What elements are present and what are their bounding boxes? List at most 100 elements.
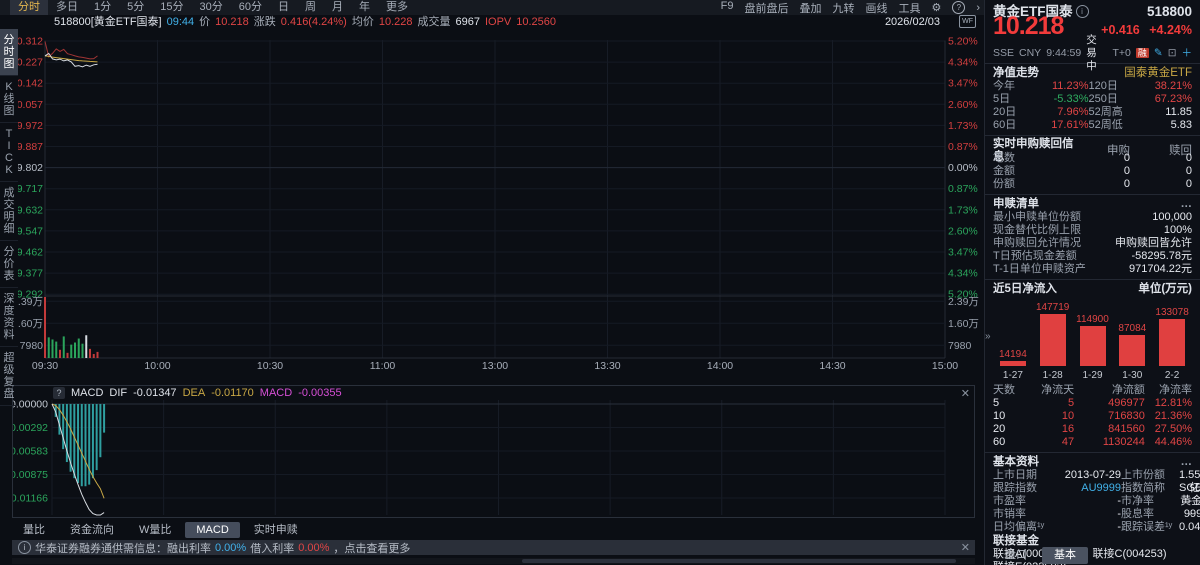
macd-legend: ? MACD DIF -0.01347 DEA -0.01170 MACD -0… — [53, 387, 342, 399]
svg-text:9.887: 9.887 — [18, 141, 43, 153]
sidebar-item-超级复盘[interactable]: 超级复盘 — [0, 347, 18, 406]
more-icon[interactable]: … — [1181, 198, 1193, 211]
basic-row: 市销率-股息率- — [993, 508, 1192, 521]
redeem-section-title: 申赎清单 — [993, 198, 1039, 211]
price-label: 价 — [199, 15, 210, 29]
svg-text:10.057: 10.057 — [18, 99, 43, 111]
wf-badge-icon[interactable]: WF — [959, 15, 976, 28]
indicator-tab-资金流向[interactable]: 资金流向 — [59, 522, 125, 538]
nav-label: 250日 — [1089, 93, 1137, 106]
redeem-row: T-1日单位申赎资产971704.22元 — [993, 263, 1192, 276]
period-tab[interactable]: 日 — [270, 0, 297, 15]
toolbar-right-items: F9 盘前盘后叠加九转画线工具 — [721, 0, 921, 16]
macd-close-icon[interactable]: ✕ — [961, 387, 970, 400]
time-tick: 10:00 — [144, 360, 170, 372]
edit-icon[interactable]: ✎ — [1154, 47, 1163, 60]
nav-row: 60日17.61%52周低5.83 — [993, 119, 1192, 132]
add-icon[interactable]: ＋ — [1182, 47, 1193, 60]
toolbar-item[interactable]: 九转 — [832, 0, 854, 16]
period-tab[interactable]: 60分 — [231, 0, 270, 15]
period-tab[interactable]: 分时 — [10, 0, 48, 15]
toolbar-item[interactable]: 画线 — [865, 0, 887, 16]
quote-tab-盘口[interactable]: 盘口 — [993, 547, 1039, 564]
macd-help-icon[interactable]: ? — [53, 387, 65, 399]
inflow-value-label: 87084 — [1106, 322, 1158, 335]
sidebar-item-TICK[interactable]: TICK — [0, 123, 18, 182]
inflow-bar — [1119, 335, 1145, 366]
last-price: 10.218 — [993, 20, 1063, 33]
svg-text:-0.00875: -0.00875 — [13, 469, 48, 481]
period-tab[interactable]: 更多 — [378, 0, 416, 15]
tracked-fund-name[interactable]: 国泰黄金ETF — [1124, 67, 1192, 80]
svg-text:9.802: 9.802 — [18, 162, 43, 174]
quote-tab-基本[interactable]: 基本 — [1042, 547, 1088, 564]
nav-value: 17.61% — [1033, 119, 1089, 132]
redeem-row: 最小申赎单位份额100,000 — [993, 211, 1192, 224]
indicator-tab-W量比[interactable]: W量比 — [128, 522, 182, 538]
sidebar-item-深度资料[interactable]: 深度资料 — [0, 288, 18, 347]
svg-text:3.47%: 3.47% — [948, 78, 978, 90]
frame-icon[interactable]: ⊡ — [1168, 47, 1177, 60]
toolbar-item[interactable]: 盘前盘后 — [744, 0, 788, 16]
sidebar-item-分价表[interactable]: 分价表 — [0, 241, 18, 288]
toolbar-item[interactable]: 叠加 — [799, 0, 821, 16]
symbol-label: 518800[黄金ETF国泰] — [54, 15, 162, 29]
status-close-icon[interactable]: ✕ — [961, 541, 970, 554]
sidebar-item-成交明细[interactable]: 成交明细 — [0, 182, 18, 241]
period-tab[interactable]: 5分 — [119, 0, 152, 15]
svg-text:10.312: 10.312 — [18, 36, 43, 48]
svg-text:5.20%: 5.20% — [948, 36, 978, 48]
macd-dea-label: DEA — [183, 387, 206, 399]
quote-panel-tabs: 盘口基本 — [993, 546, 1088, 565]
period-tab[interactable]: 15分 — [152, 0, 191, 15]
period-tab[interactable]: 30分 — [192, 0, 231, 15]
time-tick: 13:00 — [482, 360, 508, 372]
time-tick: 14:30 — [819, 360, 845, 372]
gear-icon[interactable]: ⚙ — [931, 1, 941, 14]
nav-label: 20日 — [993, 106, 1033, 119]
nav-section-title: 净值走势 — [993, 67, 1039, 80]
exchange-label: SSE — [993, 47, 1014, 60]
nav-label: 5日 — [993, 93, 1033, 106]
fund-info-icon[interactable]: i — [1076, 5, 1089, 18]
status-bar[interactable]: i 华泰证券融券通供需信息：融出利率 0.00% 借入利率 0.00% ，点击查… — [12, 540, 975, 555]
indicator-tab-MACD[interactable]: MACD — [185, 522, 239, 538]
help-icon[interactable]: ? — [952, 1, 965, 14]
status-text-mid: 借入利率 — [250, 540, 294, 556]
basic-row: 日均偏离¹ʸ-跟踪误差¹ʸ0.04% — [993, 521, 1192, 534]
indicator-tab-量比[interactable]: 量比 — [12, 522, 56, 538]
inflow-value-label: 133078 — [1146, 306, 1198, 319]
period-tab[interactable]: 月 — [324, 0, 351, 15]
toolbar-item[interactable]: F9 — [721, 0, 734, 16]
svg-text:2.60%: 2.60% — [948, 99, 978, 111]
info-icon: i — [18, 541, 31, 554]
basic-row: 上市日期2013-07-29上市份额1.55亿 — [993, 469, 1192, 482]
intraday-chart[interactable]: 10.3125.20%10.2274.34%10.1423.47%10.0572… — [18, 29, 985, 359]
link-fund-item[interactable]: 联接C(004253) — [1093, 548, 1193, 561]
sidebar-item-K线图[interactable]: K线图 — [0, 76, 18, 123]
inflow-bar — [1040, 314, 1066, 366]
macd-dif-label: DIF — [109, 387, 127, 399]
horizontal-scrollbar[interactable] — [12, 558, 975, 564]
period-tab[interactable]: 年 — [351, 0, 378, 15]
scrollbar-thumb[interactable] — [522, 559, 955, 563]
status-more-link[interactable]: ，点击查看更多 — [333, 540, 410, 556]
t0-badge: T+0 — [1112, 47, 1130, 60]
sidebar-item-分时图[interactable]: 分时图 — [0, 29, 18, 76]
period-tabs: 分时多日1分5分15分30分60分日周月年更多 — [0, 0, 416, 15]
time-axis: 09:3010:0010:3011:0013:0013:3014:0014:30… — [18, 359, 985, 373]
time-tick: 09:30 — [32, 360, 58, 372]
macd-panel[interactable]: ? MACD DIF -0.01347 DEA -0.01170 MACD -0… — [12, 385, 975, 518]
period-tab[interactable]: 1分 — [86, 0, 119, 15]
toolbar-item[interactable]: 工具 — [898, 0, 920, 16]
left-side-nav: 分时图K线图TICK成交明细分价表深度资料超级复盘 — [0, 29, 18, 406]
indicator-tab-实时申赎[interactable]: 实时申赎 — [243, 522, 309, 538]
net-inflow-chart[interactable]: 141941-271477191-281149001-29870841-3013… — [993, 296, 1192, 384]
flow-table-row: 201684156027.50% — [993, 423, 1192, 436]
period-tab[interactable]: 周 — [297, 0, 324, 15]
period-tab[interactable]: 多日 — [48, 0, 86, 15]
chevron-right-icon[interactable]: › — [976, 2, 980, 14]
svg-text:1.73%: 1.73% — [948, 204, 978, 216]
collapse-panel-icon[interactable]: » — [985, 330, 991, 343]
basic-more-icon[interactable]: … — [1181, 456, 1193, 469]
